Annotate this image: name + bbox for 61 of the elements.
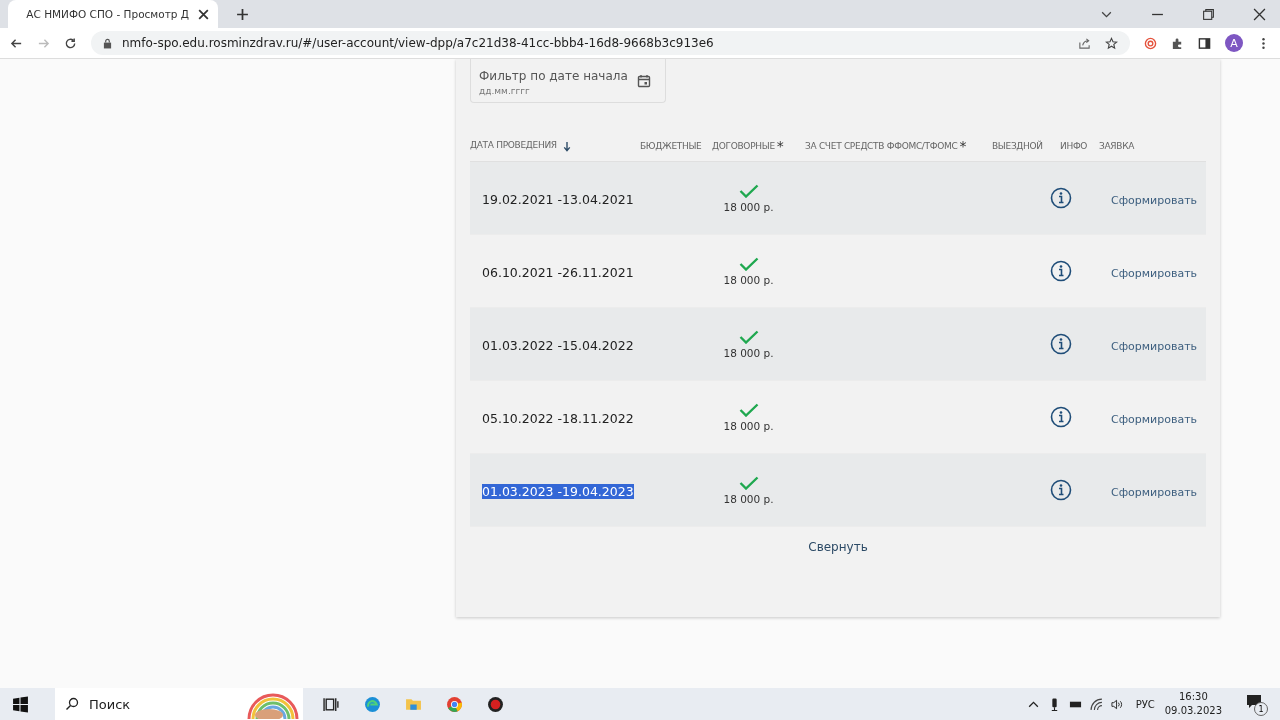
wifi-icon[interactable] — [1089, 697, 1103, 711]
tab-title: АС НМИФО СПО - Просмотр Д — [26, 8, 189, 20]
chrome-icon[interactable] — [446, 695, 463, 713]
date-range: 06.10.2021 -26.11.2021 — [482, 264, 634, 280]
price: 18 000 р. — [723, 419, 774, 432]
language-indicator[interactable]: РУС — [1135, 698, 1155, 710]
asterisk: * — [776, 141, 784, 151]
date-filter-field[interactable]: Фильтр по дате начала дд.мм.гггг — [470, 59, 666, 103]
profile-avatar[interactable]: A — [1225, 34, 1243, 52]
reload-icon[interactable] — [64, 36, 77, 50]
address-field[interactable]: nmfo-spo.edu.rosminzdrav.ru/#/user-account/view-dpp/a7c21d38-41cc-bbb4-16d8-9668b3c913e6 — [91, 31, 1130, 55]
task-view-icon[interactable] — [323, 695, 340, 713]
calendar-icon[interactable] — [637, 73, 651, 88]
asterisk: * — [959, 141, 967, 151]
date-range: 05.10.2022 -18.11.2022 — [482, 410, 634, 426]
search-icon — [65, 697, 79, 711]
generate-link[interactable]: Сформировать — [1111, 339, 1198, 353]
puzzle-icon[interactable] — [1171, 36, 1184, 50]
column-header[interactable]: ВЫЕЗДНОЙ — [992, 141, 1043, 151]
record-icon[interactable] — [487, 695, 504, 713]
windows-start-icon[interactable] — [12, 695, 29, 713]
info-icon[interactable] — [1049, 479, 1072, 501]
close-icon[interactable] — [1253, 7, 1266, 21]
column-header[interactable]: ДАТА ПРОВЕДЕНИЯ — [470, 140, 557, 150]
price: 18 000 р. — [723, 273, 774, 286]
date-range: 01.03.2022 -15.04.2022 — [482, 337, 634, 353]
side-panel-icon[interactable] — [1198, 36, 1211, 50]
price: 18 000 р. — [723, 200, 774, 213]
generate-link[interactable]: Сформировать — [1111, 412, 1198, 426]
lock-icon — [103, 37, 112, 49]
notification-count: 1 — [1254, 702, 1268, 716]
clock-time[interactable]: 16:30 — [1178, 690, 1208, 704]
info-icon[interactable] — [1049, 187, 1072, 209]
notification-icon[interactable] — [1246, 694, 1262, 710]
info-icon[interactable] — [1049, 406, 1072, 428]
column-header[interactable]: ДОГОВОРНЫЕ — [712, 141, 775, 151]
collapse-link[interactable]: Свернуть — [808, 540, 868, 554]
info-icon[interactable] — [1049, 333, 1072, 355]
share-icon[interactable] — [1078, 36, 1091, 50]
restore-icon[interactable] — [1202, 7, 1215, 21]
generate-link[interactable]: Сформировать — [1111, 485, 1198, 499]
column-header[interactable]: ИНФО — [1060, 141, 1088, 151]
info-icon[interactable] — [1049, 260, 1072, 282]
clock-date[interactable]: 09.03.2023 — [1164, 704, 1222, 718]
column-header[interactable]: ЗАЯВКА — [1099, 141, 1135, 151]
taskbar-search-field[interactable]: Поиск — [55, 688, 303, 720]
star-icon[interactable] — [1105, 36, 1118, 50]
date-range: 19.02.2021 -13.04.2021 — [482, 191, 634, 207]
target-icon[interactable] — [1144, 36, 1157, 50]
new-tab-icon[interactable] — [236, 7, 249, 21]
date-range: 01.03.2023 -19.04.2023 — [482, 483, 634, 499]
price: 18 000 р. — [723, 492, 774, 505]
generate-link[interactable]: Сформировать — [1111, 193, 1198, 207]
sort-down-icon[interactable] — [562, 141, 571, 152]
column-header[interactable]: БЮДЖЕТНЫЕ — [640, 141, 702, 151]
speaker-icon[interactable] — [1110, 697, 1124, 711]
close-icon[interactable] — [197, 7, 210, 21]
column-header[interactable]: ЗА СЧЕТ СРЕДСТВ ФФОМС/ТФОМС — [805, 141, 958, 151]
generate-link[interactable]: Сформировать — [1111, 266, 1198, 280]
price: 18 000 р. — [723, 346, 774, 359]
browser-tab[interactable]: АС НМИФО СПО - Просмотр Д — [8, 0, 218, 28]
